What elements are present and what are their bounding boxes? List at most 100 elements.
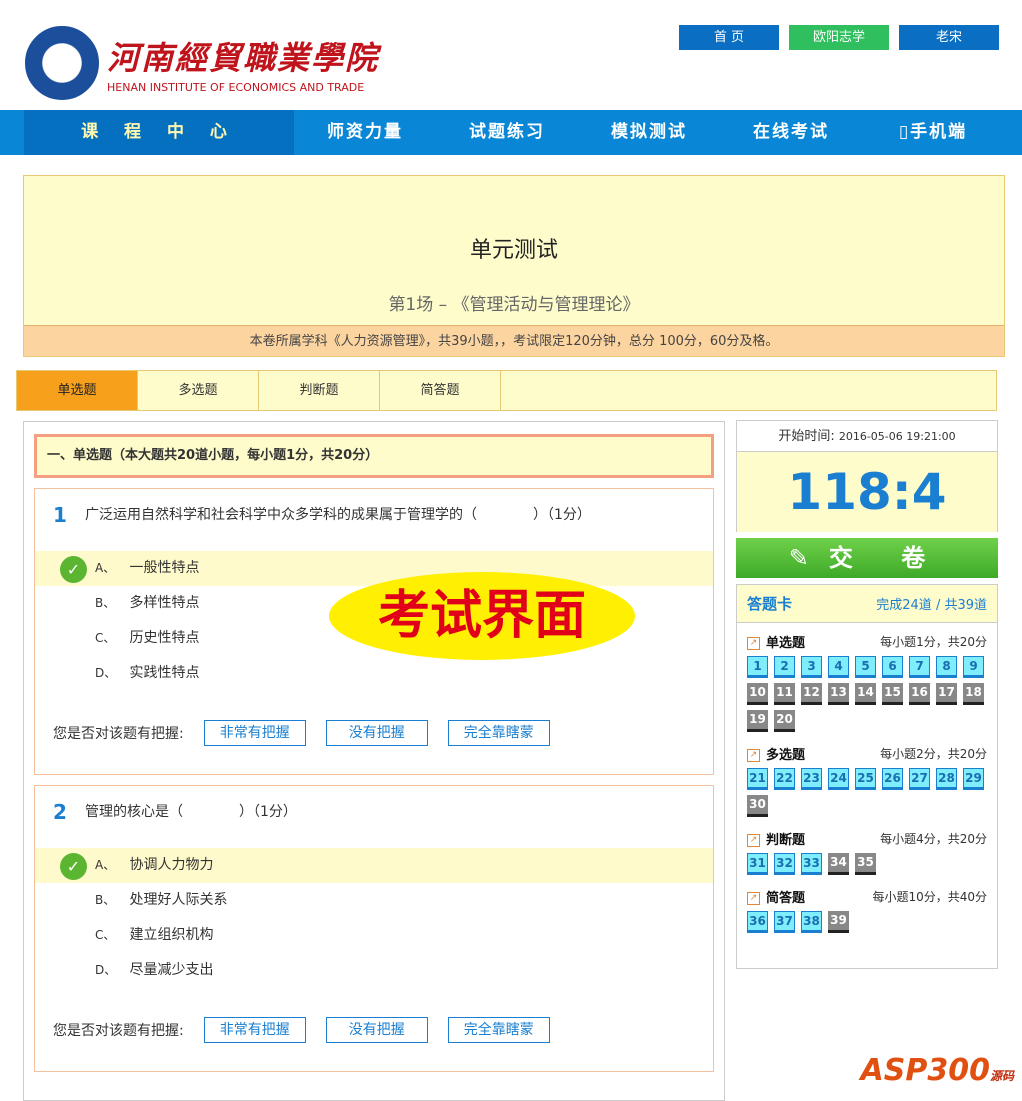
nav-mobile-label: 手机端 [910,122,968,142]
confidence-not-sure-button[interactable]: 没有把握 [325,720,428,746]
option-letter: C、 [95,631,116,645]
confidence-guess-button[interactable]: 完全靠瞎蒙 [447,720,550,746]
question-jump-button[interactable]: 3 [801,656,822,678]
group-name: 简答题 [766,890,806,906]
question-jump-button[interactable]: 24 [828,768,849,790]
question-jump-button[interactable]: 23 [801,768,822,790]
question-jump-button[interactable]: 32 [774,853,795,875]
question-jump-button[interactable]: 18 [963,683,984,705]
option-letter: C、 [95,928,116,942]
tab-single-choice[interactable]: 单选题 [17,371,138,410]
timer-box: 开始时间: 2016-05-06 19:21:00 118:4 [736,420,998,532]
question-jump-button[interactable]: 20 [774,710,795,732]
question-jump-button[interactable]: 36 [747,911,768,933]
question-jump-button[interactable]: 9 [963,656,984,678]
question-jump-button[interactable]: 25 [855,768,876,790]
question-jump-button[interactable]: 15 [882,683,903,705]
option-text: 尽量减少支出 [129,962,214,978]
confidence-very-sure-button[interactable]: 非常有把握 [203,1017,306,1043]
question-jump-button[interactable]: 21 [747,768,768,790]
external-link-icon: ↗ [747,891,760,905]
option-letter: D、 [95,666,117,680]
answer-option[interactable]: ✓ A、 协调人力物力 [35,848,713,883]
submit-label: 交 卷 [828,544,946,572]
school-logo[interactable]: 河南經貿職業學院 HENAN INSTITUTE OF ECONOMICS AN… [25,26,379,100]
question-jump-button[interactable]: 30 [747,795,768,817]
external-link-icon: ↗ [747,636,760,650]
home-link[interactable]: 首 页 [679,25,779,50]
question-jump-button[interactable]: 19 [747,710,768,732]
question-jump-button[interactable]: 6 [882,656,903,678]
question-jump-button[interactable]: 22 [774,768,795,790]
question-jump-button[interactable]: 5 [855,656,876,678]
nav-course-center[interactable]: 课 程 中 心 [24,110,294,155]
option-letter: A、 [95,561,116,575]
tab-true-false[interactable]: 判断题 [259,371,380,410]
answer-card-title: 答题卡 [747,595,793,613]
confidence-guess-button[interactable]: 完全靠瞎蒙 [447,1017,550,1043]
confidence-label: 您是否对该题有把握: [53,726,184,742]
tab-short-answer[interactable]: 简答题 [380,371,501,410]
question-jump-button[interactable]: 38 [801,911,822,933]
main-nav: 课 程 中 心 师资力量 试题练习 模拟测试 在线考试 ▯手机端 [0,110,1022,155]
watermark-stamp: 考试界面 [329,572,635,660]
answer-option[interactable]: D、 实践性特点 [35,656,713,691]
group-score: 每小题4分，共20分 [880,831,987,846]
option-letter: A、 [95,858,116,872]
question-jump-button[interactable]: 14 [855,683,876,705]
question-jump-button[interactable]: 4 [828,656,849,678]
nav-mock-test[interactable]: 模拟测试 [578,110,720,155]
question-jump-button[interactable]: 28 [936,768,957,790]
question-jump-button[interactable]: 7 [909,656,930,678]
nav-practice[interactable]: 试题练习 [436,110,578,155]
user-link[interactable]: 欧阳志学 [789,25,889,50]
question-jump-button[interactable]: 26 [882,768,903,790]
logo-cn: 河南經貿職業學院 [107,38,380,77]
submit-button[interactable]: ✎交 卷 [736,538,998,578]
question-jump-button[interactable]: 11 [774,683,795,705]
question-jump-button[interactable]: 27 [909,768,930,790]
question-jump-button[interactable]: 1 [747,656,768,678]
option-letter: B、 [95,893,116,907]
section-title: 一、单选题（本大题共20道小题，每小题1分，共20分） [34,434,714,478]
option-text: 处理好人际关系 [129,892,228,908]
exam-title: 单元测试 [469,238,558,263]
confidence-not-sure-button[interactable]: 没有把握 [325,1017,428,1043]
question-jump-button[interactable]: 16 [909,683,930,705]
start-time: 2016-05-06 19:21:00 [838,430,956,443]
option-text: 历史性特点 [129,630,200,646]
question-jump-button[interactable]: 13 [828,683,849,705]
question-text: 管理的核心是（ ）（1分） [85,804,297,820]
confidence-label: 您是否对该题有把握: [53,1023,184,1039]
answer-option[interactable]: C、 建立组织机构 [35,918,713,953]
nav-mobile[interactable]: ▯手机端 [862,110,1004,155]
answer-option[interactable]: D、 尽量减少支出 [35,953,713,988]
question-jump-button[interactable]: 17 [936,683,957,705]
user-link-2[interactable]: 老宋 [899,25,999,50]
phone-icon: ▯ [898,122,911,142]
question-jump-button[interactable]: 37 [774,911,795,933]
answer-option[interactable]: B、 处理好人际关系 [35,883,713,918]
confidence-very-sure-button[interactable]: 非常有把握 [203,720,306,746]
answer-option[interactable]: ✓ A、 一般性特点 [35,551,713,586]
check-icon: ✓ [60,853,87,880]
question-jump-button[interactable]: 31 [747,853,768,875]
option-text: 建立组织机构 [129,927,214,943]
question-jump-button[interactable]: 10 [747,683,768,705]
nav-online-exam[interactable]: 在线考试 [720,110,862,155]
question-jump-button[interactable]: 12 [801,683,822,705]
question-jump-button[interactable]: 35 [855,853,876,875]
tab-multi-choice[interactable]: 多选题 [138,371,259,410]
question-jump-button[interactable]: 34 [828,853,849,875]
question-jump-button[interactable]: 29 [963,768,984,790]
option-text: 实践性特点 [129,665,200,681]
question-jump-button[interactable]: 39 [828,911,849,933]
option-letter: B、 [95,596,116,610]
question-jump-button[interactable]: 33 [801,853,822,875]
question-jump-button[interactable]: 8 [936,656,957,678]
nav-teachers[interactable]: 师资力量 [294,110,436,155]
group-score: 每小题2分，共20分 [880,746,987,761]
question-jump-button[interactable]: 2 [774,656,795,678]
check-icon: ✓ [60,556,87,583]
exam-info: 本卷所属学科《人力资源管理》，共39小题，，考试限定120分钟，总分 100分，… [24,325,1004,356]
